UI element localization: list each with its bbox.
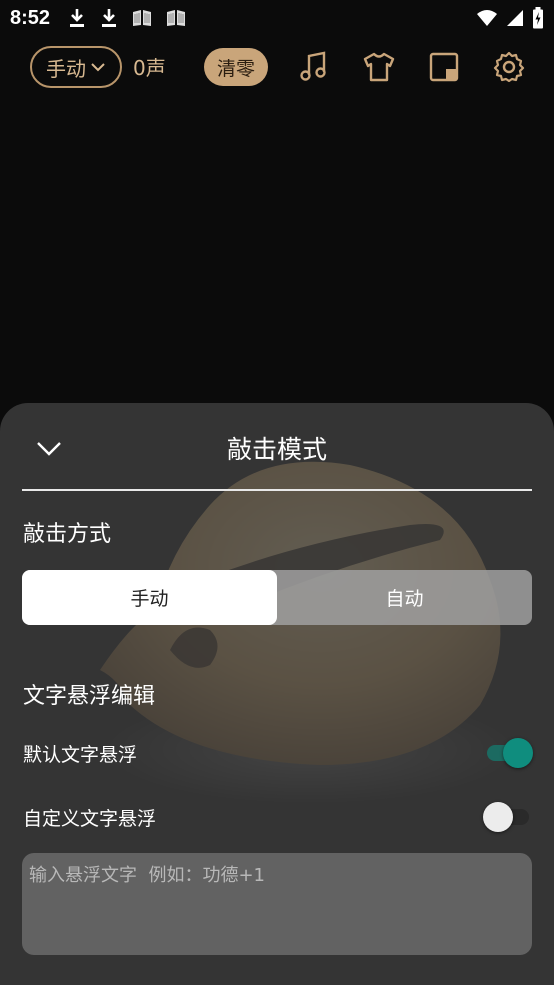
- signal-icon: [507, 10, 523, 26]
- knock-method-segmented-control: 手动 自动: [22, 570, 532, 625]
- download-icon: [102, 9, 117, 27]
- custom-float-label: 自定义文字悬浮: [23, 808, 157, 830]
- music-note-icon[interactable]: [297, 50, 331, 84]
- wifi-icon: [477, 10, 497, 26]
- knock-method-title: 敲击方式: [23, 522, 112, 547]
- float-text-input[interactable]: [22, 853, 532, 955]
- status-bar: 8:52: [0, 0, 554, 36]
- custom-float-toggle[interactable]: [483, 800, 533, 832]
- sheet-header: 敲击模式: [0, 403, 554, 491]
- default-float-toggle[interactable]: [483, 736, 533, 768]
- segment-manual[interactable]: 手动: [22, 570, 277, 625]
- status-system-icons: [476, 0, 544, 36]
- clear-button[interactable]: 清零: [204, 48, 268, 86]
- default-float-label: 默认文字悬浮: [23, 744, 138, 766]
- segment-auto[interactable]: 自动: [277, 570, 532, 625]
- knock-count: 0声: [133, 56, 166, 80]
- mode-label: 手动: [46, 56, 86, 81]
- book-icon: [167, 10, 186, 26]
- chevron-down-icon: [91, 63, 105, 72]
- default-float-row: 默认文字悬浮: [23, 732, 533, 772]
- top-toolbar: 手动 0声 清零: [0, 44, 554, 90]
- status-notification-icons: [68, 7, 186, 29]
- custom-float-row: 自定义文字悬浮: [23, 796, 533, 836]
- toggle-thumb: [503, 738, 533, 768]
- divider: [22, 489, 532, 491]
- download-icon: [70, 9, 85, 27]
- mode-dropdown[interactable]: 手动: [30, 46, 122, 88]
- knock-mode-sheet: 敲击模式 敲击方式 手动 自动 文字悬浮编辑 默认文字悬浮 自定义文字悬浮: [0, 403, 554, 985]
- gear-icon[interactable]: [492, 50, 526, 84]
- float-edit-title: 文字悬浮编辑: [23, 684, 156, 709]
- status-time: 8:52: [10, 6, 51, 29]
- toggle-thumb: [483, 802, 513, 832]
- tshirt-icon[interactable]: [362, 50, 396, 84]
- window-icon[interactable]: [427, 50, 461, 84]
- book-icon: [133, 10, 152, 26]
- battery-charging-icon: [533, 7, 543, 29]
- sheet-title: 敲击模式: [226, 435, 327, 464]
